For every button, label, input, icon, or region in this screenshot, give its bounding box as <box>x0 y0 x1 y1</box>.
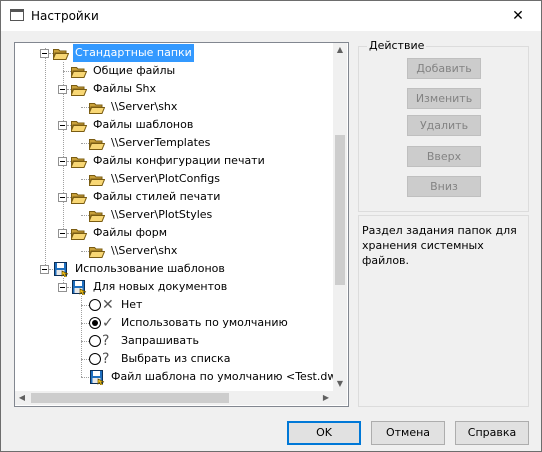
tree-item-label: Запрашивать <box>121 334 200 347</box>
folder-open-icon <box>53 49 69 60</box>
tree-item-label: Файлы конфигурации печати <box>93 154 265 167</box>
delete-button[interactable]: Удалить <box>407 115 481 136</box>
cancel-button[interactable]: Отмена <box>371 421 445 445</box>
scroll-down-arrow-icon[interactable]: ▼ <box>333 377 347 391</box>
move-down-button[interactable]: Вниз <box>407 176 481 197</box>
radio-button[interactable] <box>89 299 101 311</box>
collapse-toggle-icon[interactable] <box>58 229 67 238</box>
tree-item-label: Файл шаблона по умолчанию <Test.dwt> <box>111 370 333 383</box>
tree-item-label: Стандартные папки <box>73 44 194 62</box>
radio-button[interactable] <box>89 317 101 329</box>
vertical-scrollbar[interactable]: ▲ ▼ <box>333 43 347 391</box>
collapse-toggle-icon[interactable] <box>58 193 67 202</box>
tree-item-label: Выбрать из списка <box>121 352 231 365</box>
folder-open-icon <box>71 121 87 132</box>
help-button[interactable]: Справка <box>455 421 529 445</box>
scroll-corner <box>333 391 347 405</box>
edit-button[interactable]: Изменить <box>407 88 481 109</box>
scroll-right-arrow-icon[interactable]: ▶ <box>319 391 333 405</box>
radio-button[interactable] <box>89 353 101 365</box>
radio-button[interactable] <box>89 335 101 347</box>
settings-tree[interactable]: Стандартные папки Общие файлы Файлы Shx \\S… <box>14 42 349 407</box>
folder-open-icon <box>89 247 105 258</box>
tree-item-label: Использование шаблонов <box>75 262 225 275</box>
collapse-toggle-icon[interactable] <box>58 157 67 166</box>
folder-open-icon <box>71 229 87 240</box>
tree-item-label: \\Server\shx <box>111 100 178 113</box>
tree-item-label: Нет <box>121 298 143 311</box>
tree-item-label: \\Server\PlotStyles <box>111 208 213 221</box>
collapse-toggle-icon[interactable] <box>58 121 67 130</box>
tree-connector-line <box>45 48 46 269</box>
collapse-toggle-icon[interactable] <box>58 283 67 292</box>
folder-open-icon <box>71 157 87 168</box>
folder-open-icon <box>89 103 105 114</box>
floppy-disk-icon <box>90 370 105 385</box>
tree-item-label: Файлы шаблонов <box>93 118 194 131</box>
tree-item-label: Файлы Shx <box>93 82 157 95</box>
horizontal-scrollbar[interactable]: ◀ ▶ <box>15 391 333 405</box>
add-button[interactable]: Добавить <box>407 58 481 79</box>
folder-open-icon <box>89 211 105 222</box>
ok-button[interactable]: OK <box>287 421 361 445</box>
title-bar: Настройки ✕ <box>1 1 541 31</box>
question-icon: ? <box>102 351 110 367</box>
tree-item-label: Использовать по умолчанию <box>121 316 288 329</box>
tree-item-label: \\ServerTemplates <box>111 136 211 149</box>
tree-item-label: Для новых документов <box>93 280 228 293</box>
actions-group-title: Действие <box>367 39 427 52</box>
collapse-toggle-icon[interactable] <box>40 265 49 274</box>
folder-open-icon <box>71 85 87 96</box>
tree-item-label: \\Server\PlotConfigs <box>111 172 220 185</box>
collapse-toggle-icon[interactable] <box>40 49 49 58</box>
tree-item-label: Общие файлы <box>93 64 176 77</box>
folder-open-icon <box>89 139 105 150</box>
folder-open-icon <box>71 193 87 204</box>
collapse-toggle-icon[interactable] <box>58 85 67 94</box>
horizontal-scroll-thumb[interactable] <box>31 393 229 403</box>
scroll-up-arrow-icon[interactable]: ▲ <box>333 43 347 57</box>
tree-item-label: Файлы стилей печати <box>93 190 221 203</box>
window-title: Настройки <box>31 9 99 23</box>
checkmark-icon: ✓ <box>102 315 114 331</box>
description-text: Раздел задания папок для хранения систем… <box>362 224 517 267</box>
floppy-disk-icon <box>72 280 87 295</box>
floppy-disk-icon <box>54 262 69 277</box>
tree-item-label: Файлы форм <box>93 226 167 239</box>
folder-open-icon <box>89 175 105 186</box>
settings-dialog: Настройки ✕ Стандартные папки Общие файлы… <box>0 0 542 452</box>
tree-item-label: \\Server\shx <box>111 244 178 257</box>
window-icon <box>10 9 24 21</box>
scroll-left-arrow-icon[interactable]: ◀ <box>15 391 29 405</box>
tree-viewport: Стандартные папки Общие файлы Файлы Shx \\S… <box>15 43 333 391</box>
vertical-scroll-thumb[interactable] <box>335 135 345 285</box>
question-icon: ? <box>102 333 110 349</box>
move-up-button[interactable]: Вверх <box>407 146 481 167</box>
tree-connector-line <box>81 296 82 377</box>
dialog-client: Стандартные папки Общие файлы Файлы Shx \\S… <box>1 31 541 451</box>
cross-icon: ✕ <box>102 297 114 313</box>
folder-open-icon <box>71 67 87 78</box>
close-button[interactable]: ✕ <box>495 1 541 31</box>
